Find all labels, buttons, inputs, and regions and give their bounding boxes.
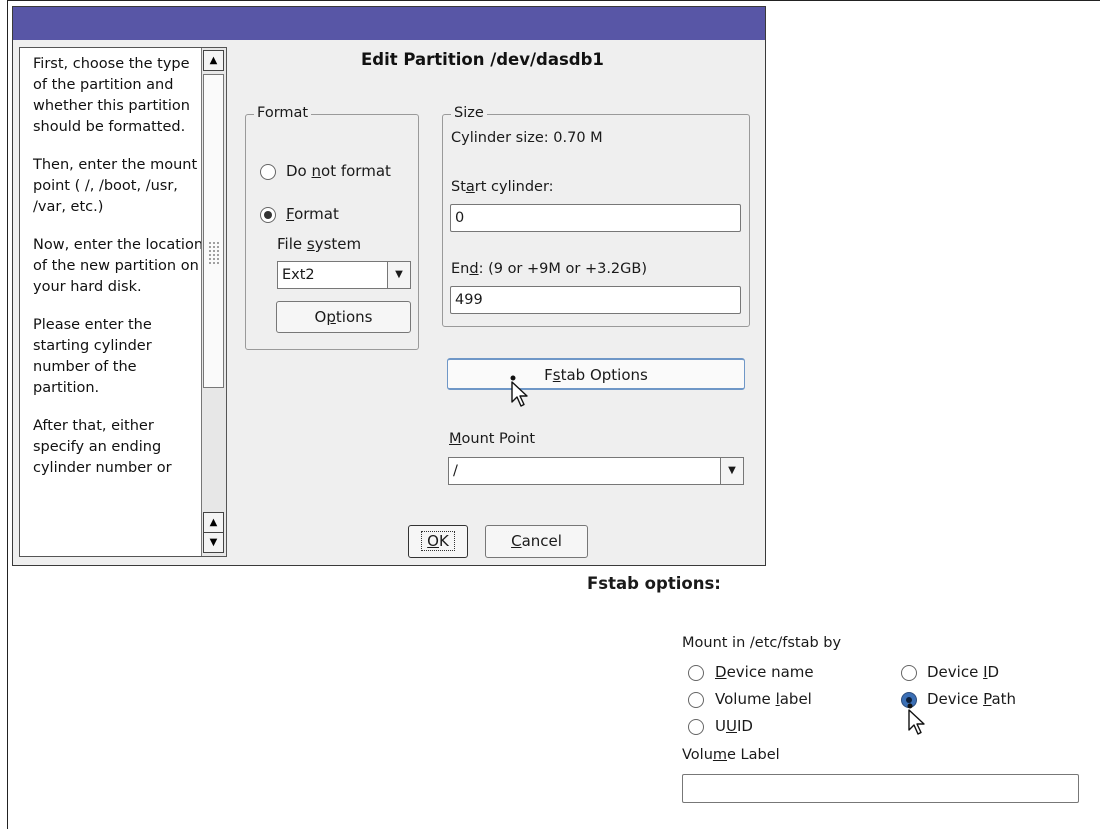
chevron-down-icon[interactable]: ▼ — [387, 262, 410, 288]
mouse-pointer-icon — [907, 703, 925, 735]
device-name-radio[interactable] — [688, 665, 704, 681]
mount-by-label: Mount in /etc/fstab by — [682, 635, 842, 651]
help-scrollbar[interactable]: ▲ ▲ ▼ — [201, 48, 226, 556]
file-system-value: Ext2 — [282, 267, 315, 283]
device-id-radio[interactable] — [901, 665, 917, 681]
do-not-format-label[interactable]: Do not format — [286, 162, 391, 180]
device-path-label[interactable]: Device Path — [927, 690, 1016, 708]
scroll-down-arrow-icon[interactable]: ▼ — [203, 532, 224, 553]
chevron-down-icon[interactable]: ▼ — [720, 458, 743, 484]
volume-label-radio[interactable] — [688, 692, 704, 708]
file-system-label: File system — [277, 235, 362, 253]
format-group: Format Do not format Format File system … — [245, 105, 419, 350]
start-cylinder-label: Start cylinder: — [451, 179, 554, 195]
format-radio[interactable] — [260, 207, 276, 223]
grip-icon — [208, 241, 220, 265]
size-group: Size Cylinder size: 0.70 M Start cylinde… — [442, 105, 750, 327]
scroll-thumb[interactable] — [203, 74, 224, 388]
fstab-options-title: Fstab options: — [587, 574, 721, 593]
help-pane: First, choose the type of the partition … — [19, 47, 227, 557]
options-button[interactable]: Options — [276, 301, 411, 333]
help-paragraph: After that, either specify an ending cyl… — [33, 418, 172, 476]
mount-point-select[interactable]: / ▼ — [448, 457, 744, 485]
device-id-label[interactable]: Device ID — [927, 663, 999, 681]
file-system-select[interactable]: Ext2 ▼ — [277, 261, 411, 289]
fstab-options-button[interactable]: Fstab Options — [447, 358, 745, 390]
help-paragraph: First, choose the type of the partition … — [33, 56, 190, 135]
volume-label-input[interactable] — [682, 774, 1079, 803]
device-name-label[interactable]: Device name — [715, 663, 814, 681]
do-not-format-radio[interactable] — [260, 164, 276, 180]
volume-label-label[interactable]: Volume label — [715, 690, 812, 708]
cancel-button[interactable]: Cancel — [485, 525, 588, 558]
size-legend: Size — [451, 105, 487, 121]
scroll-up-arrow-icon[interactable]: ▲ — [203, 50, 224, 71]
title-bar — [13, 7, 765, 40]
mount-point-label: Mount Point — [449, 431, 536, 447]
help-text: First, choose the type of the partition … — [33, 54, 205, 496]
help-paragraph: Now, enter the location of the new parti… — [33, 237, 204, 295]
page-border-left — [7, 0, 8, 829]
mouse-pointer-icon — [510, 375, 528, 407]
mount-point-value: / — [453, 463, 458, 479]
page-border-top — [7, 0, 1100, 1]
help-paragraph: Then, enter the mount point ( /, /boot, … — [33, 157, 198, 215]
uuid-radio[interactable] — [688, 719, 704, 735]
help-paragraph: Please enter the starting cylinder numbe… — [33, 317, 152, 396]
ok-button[interactable]: OK — [408, 525, 468, 558]
scroll-up-arrow-icon[interactable]: ▲ — [203, 512, 224, 533]
end-cylinder-input[interactable]: 499 — [450, 286, 741, 314]
format-label[interactable]: Format — [286, 205, 339, 223]
edit-partition-dialog: First, choose the type of the partition … — [12, 6, 766, 566]
start-cylinder-input[interactable]: 0 — [450, 204, 741, 232]
cylinder-size-text: Cylinder size: 0.70 M — [451, 130, 603, 146]
uuid-label[interactable]: UUID — [715, 717, 753, 735]
volume-label-field-label: Volume Label — [682, 747, 780, 763]
end-cylinder-label: End: (9 or +9M or +3.2GB) — [451, 261, 647, 277]
dialog-heading: Edit Partition /dev/dasdb1 — [361, 50, 604, 69]
format-legend: Format — [254, 105, 312, 121]
